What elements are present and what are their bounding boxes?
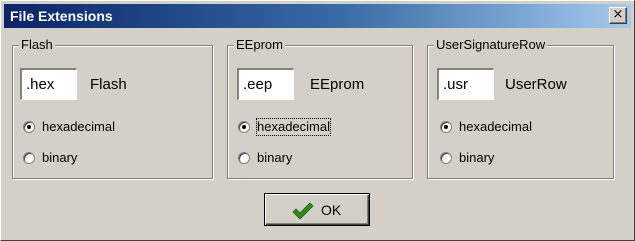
user-signature-binary-label: binary <box>459 150 495 165</box>
eeprom-group-legend: EEprom <box>234 37 285 53</box>
ok-button-label: OK <box>321 202 342 218</box>
flash-hexadecimal-label: hexadecimal <box>42 119 115 134</box>
checkmark-icon <box>292 202 314 220</box>
radio-unselected-icon <box>440 152 452 164</box>
flash-binary-label: binary <box>42 150 78 165</box>
radio-selected-icon <box>238 121 250 133</box>
user-signature-row-group: UserSignatureRow UserRow hexadecimal bin… <box>427 37 614 179</box>
user-signature-row-group-legend: UserSignatureRow <box>434 37 548 53</box>
eeprom-binary-label: binary <box>257 150 293 165</box>
eeprom-extension-input[interactable] <box>237 68 294 100</box>
window-title: File Extensions <box>10 8 113 24</box>
user-signature-extension-caption: UserRow <box>505 76 567 93</box>
radio-selected-icon <box>440 121 452 133</box>
file-extensions-dialog: File Extensions × Flash Flash hexadecima… <box>0 0 635 241</box>
radio-unselected-icon <box>238 152 250 164</box>
flash-group: Flash Flash hexadecimal binary <box>12 37 213 179</box>
flash-group-legend: Flash <box>19 37 55 53</box>
close-icon: × <box>612 7 624 22</box>
eeprom-hexadecimal-label: hexadecimal <box>256 118 331 136</box>
eeprom-group: EEprom EEprom hexadecimal binary <box>227 37 413 179</box>
radio-selected-icon <box>23 121 35 133</box>
close-button[interactable]: × <box>609 7 627 24</box>
eeprom-extension-caption: EEprom <box>310 76 365 93</box>
flash-extension-caption: Flash <box>90 76 127 93</box>
radio-unselected-icon <box>23 152 35 164</box>
title-bar[interactable]: File Extensions × <box>4 4 631 28</box>
flash-extension-input[interactable] <box>20 68 77 100</box>
user-signature-hexadecimal-label: hexadecimal <box>459 119 532 134</box>
ok-button[interactable]: OK <box>264 193 370 226</box>
user-signature-extension-input[interactable] <box>437 68 494 100</box>
